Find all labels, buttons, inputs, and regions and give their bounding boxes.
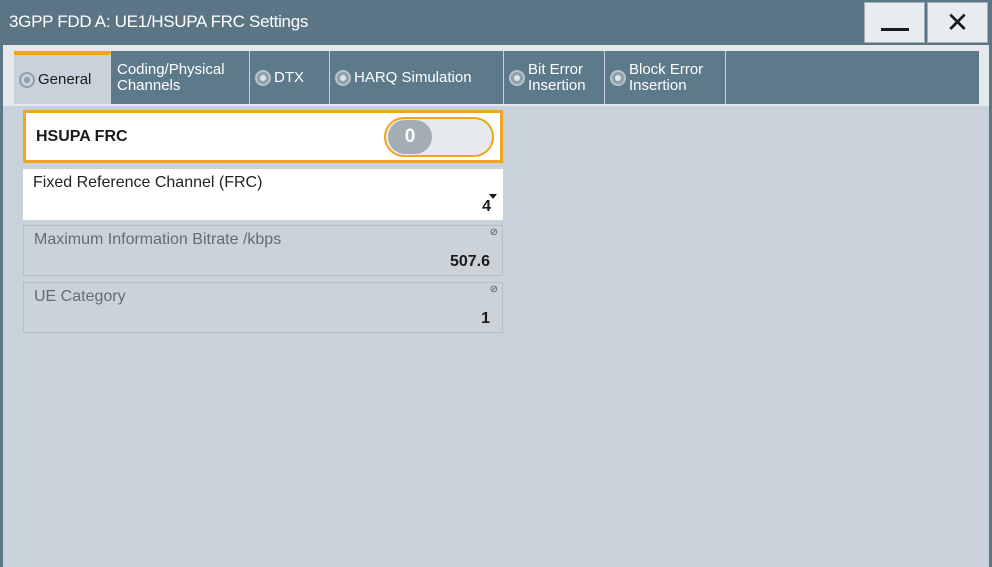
tab-dtx[interactable]: DTX <box>250 51 330 104</box>
hsupa-frc-field[interactable]: HSUPA FRC 0 <box>23 110 503 163</box>
minimize-button[interactable] <box>864 2 925 43</box>
read-only-icon: ⊘ <box>489 227 498 238</box>
frc-label: Fixed Reference Channel (FRC) <box>33 174 263 191</box>
tab-status-led-icon <box>509 69 525 86</box>
dialog-window: 3GPP FDD A: UE1/HSUPA FRC Settings ✕ Gen… <box>0 0 992 567</box>
tab-coding-physical-channels[interactable]: Coding/Physical Channels <box>111 51 250 104</box>
hsupa-frc-toggle[interactable]: 0 <box>384 117 494 157</box>
tab-general[interactable]: General <box>14 51 111 104</box>
tab-status-led-icon <box>335 69 351 86</box>
hsupa-frc-label: HSUPA FRC <box>36 128 128 145</box>
max-bitrate-label: Maximum Information Bitrate /kbps <box>34 231 282 248</box>
read-only-icon: ⊘ <box>489 284 498 295</box>
tab-label: General <box>38 70 92 88</box>
max-bitrate-value: 507.6 <box>449 253 490 270</box>
tab-strip: General Coding/Physical Channels DTX HAR… <box>3 45 989 106</box>
tab-label: DTX <box>274 68 304 86</box>
tab-bit-error-insertion[interactable]: Bit Error Insertion <box>504 51 605 104</box>
ue-category-field: UE Category ⊘ 1 <box>23 282 503 333</box>
tab-status-led-icon <box>255 69 271 86</box>
max-bitrate-field: Maximum Information Bitrate /kbps ⊘ 507.… <box>23 225 503 276</box>
ue-category-value: 1 <box>481 310 490 327</box>
tab-label: HARQ Simulation <box>354 68 472 86</box>
tab-status-led-icon <box>610 69 626 86</box>
ue-category-label: UE Category <box>34 288 126 305</box>
close-icon: ✕ <box>945 5 970 39</box>
minimize-icon <box>880 28 909 31</box>
tab-status-led-icon <box>19 71 35 88</box>
tab-harq-simulation[interactable]: HARQ Simulation <box>330 51 504 104</box>
window-title: 3GPP FDD A: UE1/HSUPA FRC Settings <box>9 12 309 31</box>
title-bar[interactable]: 3GPP FDD A: UE1/HSUPA FRC Settings ✕ <box>3 0 989 45</box>
tab-label: Bit Error Insertion <box>528 60 586 94</box>
tab-block-error-insertion[interactable]: Block Error Insertion <box>605 51 726 104</box>
toggle-knob: 0 <box>388 120 432 154</box>
tab-label: Block Error Insertion <box>629 60 704 94</box>
tab-label: Coding/Physical Channels <box>117 60 225 94</box>
tab-bar: General Coding/Physical Channels DTX HAR… <box>14 51 979 104</box>
close-button[interactable]: ✕ <box>927 2 988 43</box>
frc-select[interactable]: Fixed Reference Channel (FRC) 4 <box>23 169 503 220</box>
frc-value: 4 <box>482 198 491 215</box>
settings-panel: HSUPA FRC 0 Fixed Reference Channel (FRC… <box>3 106 989 567</box>
